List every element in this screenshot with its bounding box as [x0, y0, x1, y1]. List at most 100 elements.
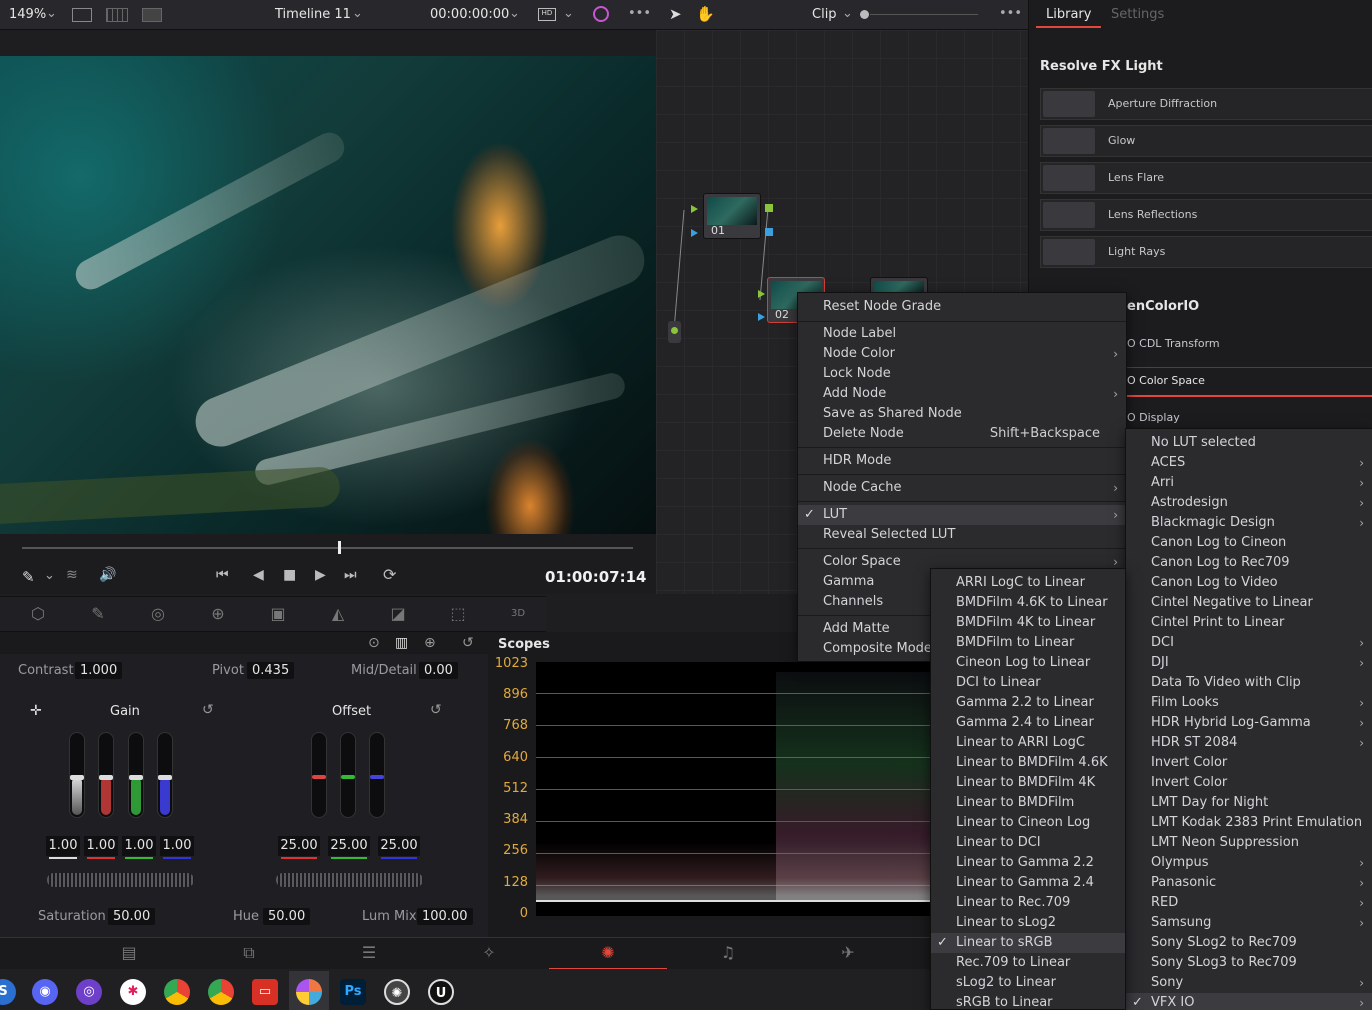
lut-category-item[interactable]: Data To Video with Clip — [1126, 673, 1372, 693]
lut-category-item[interactable]: HDR ST 2084 › — [1126, 733, 1372, 753]
scrubber[interactable] — [22, 547, 633, 549]
lut-item[interactable]: ARRI LogC to Linear — [931, 573, 1125, 593]
lut-item[interactable]: Linear to Rec.709 — [931, 893, 1125, 913]
lut-category-item[interactable]: ACES › — [1126, 453, 1372, 473]
stop-icon[interactable]: ■ — [283, 567, 296, 583]
more-options-icon[interactable]: ••• — [628, 6, 651, 21]
offset-reset-icon[interactable]: ↺ — [430, 702, 442, 718]
lut-category-item[interactable]: DJI › — [1126, 653, 1372, 673]
davinci-resolve-icon[interactable] — [296, 979, 322, 1005]
chrome-icon[interactable] — [164, 979, 190, 1005]
zoom-level[interactable]: 149% — [9, 7, 46, 22]
menu-add-node[interactable]: Add Node › — [798, 384, 1126, 404]
hdr-icon[interactable]: ⊕ — [203, 601, 233, 627]
node-output-icon[interactable] — [765, 204, 773, 212]
fx-aperture-diffraction[interactable]: Aperture Diffraction — [1040, 88, 1372, 120]
chevron-down-icon[interactable]: ⌄ — [44, 568, 55, 583]
menu-node-cache[interactable]: Node Cache › — [798, 478, 1126, 498]
unreal-engine-icon[interactable]: U — [428, 979, 454, 1005]
fx-light-rays[interactable]: Light Rays — [1040, 236, 1372, 268]
lut-item[interactable]: Rec.709 to Linear — [931, 953, 1125, 973]
lut-item[interactable]: Linear to BMDFilm 4K — [931, 773, 1125, 793]
app-icon[interactable]: ✺ — [384, 979, 410, 1005]
node-alpha-input-icon[interactable] — [691, 229, 698, 237]
lut-category-item[interactable]: Samsung › — [1126, 913, 1372, 933]
lut-item[interactable]: BMDFilm 4.6K to Linear — [931, 593, 1125, 613]
gain-green-bar[interactable] — [128, 732, 144, 818]
menu-lock-node[interactable]: Lock Node — [798, 364, 1126, 384]
lut-item[interactable]: sRGB to Linear — [931, 993, 1125, 1010]
more-options-icon[interactable]: ••• — [999, 6, 1022, 21]
lut-item[interactable]: Linear to BMDFilm — [931, 793, 1125, 813]
lut-item[interactable]: Linear to Cineon Log — [931, 813, 1125, 833]
menu-node-label[interactable]: Node Label — [798, 324, 1126, 344]
window-icon[interactable]: ⬚ — [443, 601, 473, 627]
lut-category-item[interactable]: Astrodesign › — [1126, 493, 1372, 513]
grid-viewer-icon[interactable] — [106, 8, 128, 22]
fairlight-page-icon[interactable]: ♫ — [669, 938, 787, 970]
offset-green-value[interactable]: 25.00 — [328, 836, 370, 859]
node-01[interactable]: 01 — [703, 193, 761, 239]
app-icon[interactable]: ▭ — [252, 979, 278, 1005]
source-input[interactable] — [668, 321, 681, 343]
lut-category-item[interactable]: Sony SLog2 to Rec709 — [1126, 933, 1372, 953]
lut-category-item[interactable]: HDR Hybrid Log-Gamma › — [1126, 713, 1372, 733]
node-input-icon[interactable] — [691, 205, 698, 213]
cut-page-icon[interactable]: ⧉ — [190, 938, 308, 970]
lut-category-item[interactable]: LMT Kodak 2383 Print Emulation — [1126, 813, 1372, 833]
fusion-page-icon[interactable]: ✧ — [430, 938, 548, 970]
lut-category-item[interactable]: Sony › — [1126, 973, 1372, 993]
rgb-mixer-icon[interactable]: ▣ — [263, 601, 293, 627]
lut-category-item[interactable]: LMT Day for Night — [1126, 793, 1372, 813]
lut-category-item[interactable]: Arri › — [1126, 473, 1372, 493]
layers-icon[interactable]: ≋ — [66, 567, 78, 583]
gain-blue-bar[interactable] — [157, 732, 173, 818]
lut-item[interactable]: Linear to Gamma 2.2 — [931, 853, 1125, 873]
eyedropper-icon[interactable]: ✎ — [22, 568, 35, 586]
fx-ocio-cdl[interactable]: O CDL Transform — [1127, 337, 1220, 350]
offset-red-bar[interactable] — [311, 732, 327, 818]
fx-lens-reflections[interactable]: Lens Reflections — [1040, 199, 1372, 231]
node-mode-select[interactable]: Clip — [812, 7, 837, 22]
lut-category-item[interactable]: Blackmagic Design › — [1126, 513, 1372, 533]
lut-category-item[interactable]: Canon Log to Video — [1126, 573, 1372, 593]
lut-category-item[interactable]: No LUT selected — [1126, 433, 1372, 453]
reset-icon[interactable]: ↺ — [462, 635, 474, 651]
pointer-icon[interactable]: ➤ — [669, 5, 682, 23]
menu-hdr-mode[interactable]: HDR Mode — [798, 451, 1126, 471]
gain-jog-wheel[interactable] — [47, 873, 194, 887]
gain-master-bar[interactable] — [69, 732, 85, 818]
lut-item[interactable]: sLog2 to Linear — [931, 973, 1125, 993]
chevron-down-icon[interactable]: ⌄ — [563, 6, 574, 21]
bars-mode-icon[interactable]: ▥ — [395, 635, 408, 651]
pivot-field[interactable]: 0.435 — [247, 662, 295, 679]
menu-reset-node-grade[interactable]: Reset Node Grade — [798, 297, 1126, 317]
offset-blue-value[interactable]: 25.00 — [378, 836, 420, 859]
wheels-mode-icon[interactable]: ⊙ — [368, 635, 380, 651]
menu-lut[interactable]: ✓ LUT › — [798, 505, 1126, 525]
color-fx-icon[interactable] — [593, 6, 609, 22]
tab-library[interactable]: Library — [1046, 7, 1091, 22]
offset-green-bar[interactable] — [340, 732, 356, 818]
offset-jog-wheel[interactable] — [276, 873, 423, 887]
timeline-name[interactable]: Timeline 11 — [275, 7, 351, 22]
lut-category-item[interactable]: Invert Color — [1126, 753, 1372, 773]
chevron-down-icon[interactable]: ⌄ — [509, 6, 520, 21]
node-alpha-input-icon[interactable] — [758, 313, 765, 321]
log-mode-icon[interactable]: ⊕ — [424, 635, 436, 651]
hand-icon[interactable]: ✋ — [696, 5, 715, 23]
lut-category-item[interactable]: Panasonic › — [1126, 873, 1372, 893]
gain-red-value[interactable]: 1.00 — [84, 836, 118, 859]
step-back-icon[interactable]: ◀ — [253, 567, 264, 583]
lut-item[interactable]: ✓ Linear to sRGB — [931, 933, 1125, 953]
lut-item[interactable]: Linear to BMDFilm 4.6K — [931, 753, 1125, 773]
menu-save-shared-node[interactable]: Save as Shared Node — [798, 404, 1126, 424]
lut-item[interactable]: BMDFilm to Linear — [931, 633, 1125, 653]
lut-category-item[interactable]: Cintel Print to Linear — [1126, 613, 1372, 633]
lut-category-item[interactable]: Sony SLog3 to Rec709 — [1126, 953, 1372, 973]
lut-item[interactable]: DCI to Linear — [931, 673, 1125, 693]
gain-reset-icon[interactable]: ↺ — [202, 702, 214, 718]
go-to-start-icon[interactable]: ⏮ — [216, 567, 229, 583]
3d-icon[interactable]: 3D — [503, 601, 533, 627]
discord-icon[interactable]: ◉ — [32, 979, 58, 1005]
